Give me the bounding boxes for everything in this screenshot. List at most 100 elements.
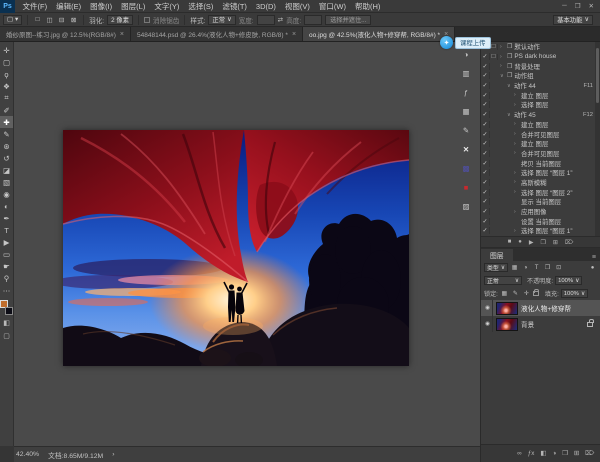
upload-badge-icon[interactable]: ✦ xyxy=(440,36,453,49)
edit-toolbar-icon[interactable]: ⋯ xyxy=(0,284,13,296)
layer-name[interactable]: 背景 xyxy=(521,319,534,329)
spot-healing-tool[interactable]: ✚ xyxy=(0,116,13,128)
delete-icon[interactable]: ⌦ xyxy=(565,239,573,246)
layer-row-background[interactable]: ◉ 背景 xyxy=(481,316,600,332)
new-selection-icon[interactable]: □ xyxy=(33,15,42,24)
restore-icon[interactable]: ❐ xyxy=(575,2,581,10)
check-icon[interactable]: ✓ xyxy=(481,131,490,138)
document-tab-3-active[interactable]: oo.jpg @ 42.5%(液化人物+修穿帮, RGB/8#) * × xyxy=(303,27,455,41)
group-icon[interactable]: ❒ xyxy=(562,450,568,457)
filter-type-select[interactable]: 类型 ∨ xyxy=(484,263,508,272)
new-layer-icon[interactable]: ⊞ xyxy=(574,450,579,457)
filter-image-icon[interactable]: ▦ xyxy=(510,264,519,271)
check-icon[interactable]: ✓ xyxy=(481,92,490,99)
eraser-tool[interactable]: ◪ xyxy=(0,164,13,176)
layer-thumbnail[interactable] xyxy=(496,302,518,315)
antialias-checkbox[interactable] xyxy=(144,17,150,23)
feather-input[interactable]: 2 像素 xyxy=(107,15,133,25)
action-row[interactable]: ✓›应用图像 xyxy=(481,207,600,217)
menu-help[interactable]: 帮助(H) xyxy=(351,1,385,12)
hand-tool[interactable]: ☛ xyxy=(0,260,13,272)
expand-arrow-icon[interactable]: ∨ xyxy=(507,112,512,118)
menu-layer[interactable]: 图层(L) xyxy=(117,1,150,12)
expand-arrow-icon[interactable]: › xyxy=(514,102,519,108)
expand-arrow-icon[interactable]: ∨ xyxy=(507,83,512,89)
tab-layers[interactable]: 图层 xyxy=(481,249,513,261)
action-row[interactable]: ✓›选择 图层 “图层 2” xyxy=(481,187,600,197)
photo-canvas[interactable] xyxy=(63,130,409,366)
panel-menu-icon[interactable]: ≡ xyxy=(592,254,600,261)
action-row[interactable]: ✓☐›❒PS dark house xyxy=(481,52,600,62)
clone-stamp-tool[interactable]: ⊛ xyxy=(0,140,13,152)
menu-type[interactable]: 文字(Y) xyxy=(150,1,184,12)
history-brush-tool[interactable]: ↺ xyxy=(0,152,13,164)
adjustment-icon[interactable]: ◑ xyxy=(552,450,556,457)
pattern-icon[interactable]: ▨ xyxy=(460,200,473,212)
expand-arrow-icon[interactable]: › xyxy=(514,179,519,185)
subtract-from-selection-icon[interactable]: ⊟ xyxy=(57,15,66,24)
channels-icon[interactable]: ▦ xyxy=(460,105,473,117)
action-row[interactable]: ✓∨❒动作组 xyxy=(481,71,600,81)
lasso-tool[interactable]: ϙ xyxy=(0,68,13,80)
record-icon[interactable]: ● xyxy=(518,239,522,245)
check-icon[interactable]: ✓ xyxy=(481,169,490,176)
levels-icon[interactable]: ▥ xyxy=(460,67,473,79)
action-row[interactable]: ✓显示 当前图层 xyxy=(481,197,600,207)
zoom-level-field[interactable]: 42.40% xyxy=(16,451,39,458)
minimize-icon[interactable]: ─ xyxy=(562,2,567,10)
action-row[interactable]: ✓›选择 图层 xyxy=(481,100,600,110)
add-to-selection-icon[interactable]: ◫ xyxy=(45,15,54,24)
new-set-icon[interactable]: ❒ xyxy=(540,239,545,246)
eyedropper-tool[interactable]: ✐ xyxy=(0,104,13,116)
menu-edit[interactable]: 编辑(E) xyxy=(52,1,86,12)
expand-arrow-icon[interactable]: › xyxy=(514,209,519,215)
menu-file[interactable]: 文件(F) xyxy=(18,1,52,12)
move-tool[interactable]: ✛ xyxy=(0,44,13,56)
crop-tool[interactable]: ⌗ xyxy=(0,92,13,104)
expand-arrow-icon[interactable]: › xyxy=(514,92,519,98)
check-icon[interactable]: ✓ xyxy=(481,198,490,205)
opacity-input[interactable]: 100% ∨ xyxy=(555,276,582,285)
action-row[interactable]: ✓›合并可见图层 xyxy=(481,149,600,159)
play-icon[interactable]: ▶ xyxy=(529,239,534,246)
tab-close-icon[interactable]: × xyxy=(292,31,296,38)
check-icon[interactable]: ✓ xyxy=(481,150,490,157)
filter-adjustment-icon[interactable]: ◑ xyxy=(521,265,530,271)
check-icon[interactable]: ✓ xyxy=(481,218,490,225)
check-icon[interactable]: ✓ xyxy=(481,160,490,167)
lock-all-icon[interactable] xyxy=(533,291,539,296)
styles-icon[interactable]: ƒ xyxy=(460,86,473,98)
action-row[interactable]: ✓›建立 图层 xyxy=(481,120,600,130)
adjustments-icon[interactable]: ◑ xyxy=(460,48,473,60)
zoom-tool[interactable]: ⚲ xyxy=(0,272,13,284)
expand-arrow-icon[interactable]: › xyxy=(500,63,505,69)
action-row[interactable]: ✓拷贝 当前图层 xyxy=(481,158,600,168)
brush-tool[interactable]: ✎ xyxy=(0,128,13,140)
filter-toggle-icon[interactable]: ● xyxy=(588,265,597,271)
link-icon[interactable]: ∞ xyxy=(517,450,522,457)
close-x-icon[interactable]: ✕ xyxy=(460,143,473,155)
swatch-red-icon[interactable]: ■ xyxy=(460,181,473,193)
action-row[interactable]: ✓∨动作 45F12 xyxy=(481,110,600,120)
action-row[interactable]: ✓›高斯模糊 xyxy=(481,178,600,188)
check-icon[interactable]: ✓ xyxy=(481,82,490,89)
visibility-eye-icon[interactable]: ◉ xyxy=(483,316,493,332)
document-tab-1[interactable]: 婚纱原图--练习.jpg @ 12.5%(RGB/8#) × xyxy=(0,27,131,41)
stop-icon[interactable]: ■ xyxy=(508,239,512,245)
action-row[interactable]: ✓☐›❒默认动作 xyxy=(481,42,600,52)
menu-window[interactable]: 窗口(W) xyxy=(314,1,350,12)
quick-selection-tool[interactable]: ❖ xyxy=(0,80,13,92)
action-row[interactable]: ✓›建立 图层 xyxy=(481,139,600,149)
type-tool[interactable]: T xyxy=(0,224,13,236)
check-icon[interactable]: ✓ xyxy=(481,140,490,147)
lock-transparent-icon[interactable]: ▦ xyxy=(500,290,509,297)
menu-image[interactable]: 图像(I) xyxy=(86,1,117,12)
check-icon[interactable]: ✓ xyxy=(481,53,490,60)
expand-arrow-icon[interactable]: › xyxy=(514,228,519,234)
menu-filter[interactable]: 滤镜(T) xyxy=(218,1,252,12)
layer-thumbnail[interactable] xyxy=(496,318,518,331)
new-action-icon[interactable]: ⊞ xyxy=(553,239,558,246)
upload-badge[interactable]: ✦ 课程上传 xyxy=(440,36,491,49)
pen-tool[interactable]: ✒ xyxy=(0,212,13,224)
menu-select[interactable]: 选择(S) xyxy=(184,1,218,12)
